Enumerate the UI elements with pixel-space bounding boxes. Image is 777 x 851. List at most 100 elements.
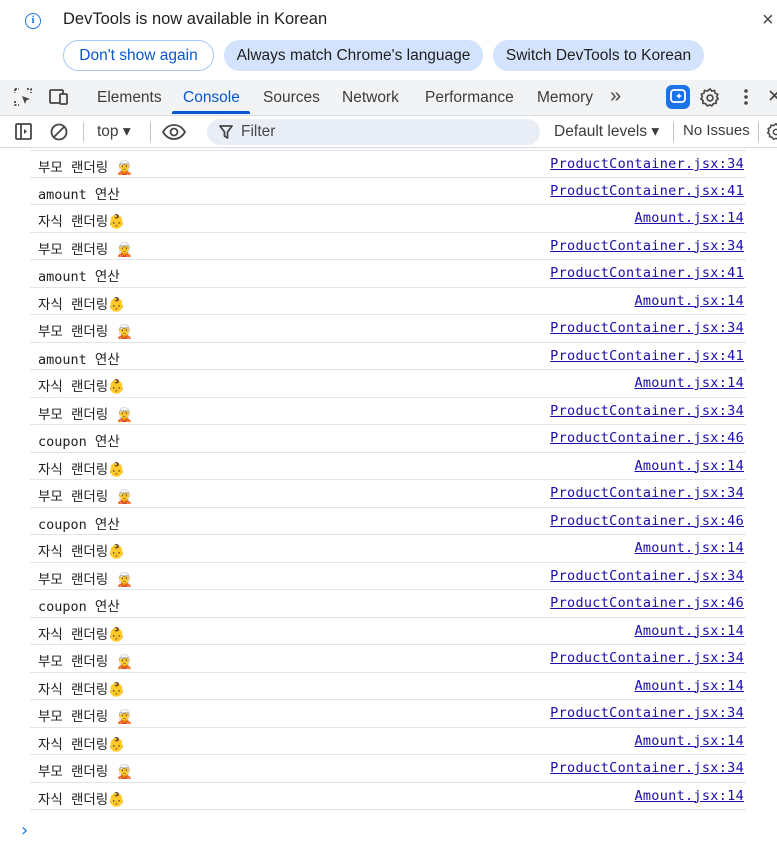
- log-levels-dropdown[interactable]: Default levels ▾: [554, 122, 659, 141]
- console-message-text: 부모 랜더링 🧝: [38, 489, 134, 505]
- source-link[interactable]: Amount.jsx:14: [634, 458, 744, 474]
- source-link[interactable]: ProductContainer.jsx:34: [550, 650, 744, 666]
- console-message-row: 부모 랜더링 🧝 ProductContainer.jsx:34: [30, 755, 746, 783]
- tab-console[interactable]: Console: [183, 89, 240, 107]
- filter-input[interactable]: Filter: [207, 119, 540, 145]
- source-link[interactable]: ProductContainer.jsx:34: [550, 705, 744, 721]
- source-link[interactable]: Amount.jsx:14: [634, 788, 744, 804]
- infobar-message: DevTools is now available in Korean: [63, 10, 328, 28]
- console-message-text: 자식 랜더링👶: [38, 791, 126, 808]
- source-link[interactable]: ProductContainer.jsx:34: [550, 320, 744, 336]
- source-link[interactable]: ProductContainer.jsx:41: [550, 183, 744, 199]
- filter-placeholder: Filter: [241, 123, 276, 140]
- clear-console-icon[interactable]: [49, 122, 69, 147]
- console-message-text: 부모 랜더링 🧝: [38, 241, 134, 258]
- console-message-text: 부모 랜더링 🧝: [38, 571, 134, 588]
- console-message-row: 부모 랜더링 🧝 ProductContainer.jsx:34: [30, 315, 746, 343]
- console-message-row: 자식 랜더링👶 Amount.jsx:14: [30, 205, 746, 233]
- issues-counter[interactable]: No Issues: [683, 122, 750, 139]
- settings-gear-icon[interactable]: [699, 87, 720, 107]
- device-toolbar-icon[interactable]: [48, 87, 68, 107]
- language-infobar: i DevTools is now available in Korean × …: [0, 0, 777, 80]
- live-expression-eye-icon[interactable]: [161, 121, 187, 148]
- close-icon[interactable]: ×: [762, 9, 774, 32]
- source-link[interactable]: Amount.jsx:14: [634, 678, 744, 694]
- console-message-text: amount 연산: [38, 269, 120, 285]
- console-message-text: 자식 랜더링👶: [38, 736, 126, 753]
- source-link[interactable]: ProductContainer.jsx:34: [550, 156, 744, 172]
- console-message-text: 자식 랜더링👶: [38, 626, 126, 643]
- tab-performance[interactable]: Performance: [425, 89, 514, 107]
- console-message-row: amount 연산 ProductContainer.jsx:41: [30, 178, 746, 205]
- console-settings-gear-icon[interactable]: [766, 122, 777, 147]
- source-link[interactable]: ProductContainer.jsx:34: [550, 760, 744, 776]
- source-link[interactable]: ProductContainer.jsx:41: [550, 348, 744, 364]
- console-message-text: 자식 랜더링👶: [38, 461, 126, 478]
- console-message-row: 자식 랜더링👶 Amount.jsx:14: [30, 370, 746, 398]
- switch-to-korean-button[interactable]: Switch DevTools to Korean: [493, 40, 704, 71]
- source-link[interactable]: Amount.jsx:14: [634, 375, 744, 391]
- tab-memory[interactable]: Memory: [537, 89, 593, 107]
- source-link[interactable]: Amount.jsx:14: [634, 733, 744, 749]
- console-message-text: 부모 랜더링 🧝: [38, 160, 134, 176]
- toolbar-divider: [150, 122, 151, 142]
- sidebar-toggle-icon[interactable]: [14, 122, 34, 147]
- console-message-row: coupon 연산 ProductContainer.jsx:46: [30, 590, 746, 618]
- console-message-text: coupon 연산: [38, 434, 120, 450]
- console-message-text: 자식 랜더링👶: [38, 544, 126, 560]
- console-message-text: amount 연산: [38, 186, 120, 203]
- console-message-row: coupon 연산 ProductContainer.jsx:46: [30, 425, 746, 453]
- active-tab-indicator: [172, 111, 250, 114]
- tab-elements[interactable]: Elements: [97, 89, 162, 107]
- inspect-element-icon[interactable]: [13, 87, 33, 107]
- console-prompt-icon[interactable]: ›: [21, 820, 28, 841]
- filter-funnel-icon: [219, 124, 233, 145]
- console-log: 부모 랜더링 🧝 ProductContainer.jsx:34 amount 연산…: [0, 150, 777, 810]
- more-tabs-icon[interactable]: »: [610, 85, 621, 108]
- console-message-row: 자식 랜더링👶 Amount.jsx:14: [30, 618, 746, 645]
- source-link[interactable]: Amount.jsx:14: [634, 293, 744, 309]
- source-link[interactable]: ProductContainer.jsx:46: [550, 513, 744, 529]
- console-message-row: 자식 랜더링👶 Amount.jsx:14: [30, 453, 746, 480]
- console-message-text: 부모 랜더링 🧝: [38, 654, 134, 670]
- console-message-row: 자식 랜더링👶 Amount.jsx:14: [30, 535, 746, 563]
- source-link[interactable]: Amount.jsx:14: [634, 623, 744, 639]
- console-message-text: 부모 랜더링 🧝: [38, 764, 134, 780]
- console-message-row: 부모 랜더링 🧝 ProductContainer.jsx:34: [30, 150, 746, 178]
- console-message-text: 자식 랜더링👶: [38, 296, 126, 313]
- console-message-row: 부모 랜더링 🧝 ProductContainer.jsx:34: [30, 233, 746, 260]
- source-link[interactable]: ProductContainer.jsx:34: [550, 568, 744, 584]
- console-message-row: 자식 랜더링👶 Amount.jsx:14: [30, 288, 746, 315]
- dont-show-again-button[interactable]: Don't show again: [63, 40, 214, 71]
- console-message-row: amount 연산 ProductContainer.jsx:41: [30, 343, 746, 370]
- console-message-row: 부모 랜더링 🧝 ProductContainer.jsx:34: [30, 398, 746, 425]
- console-message-row: 부모 랜더링 🧝 ProductContainer.jsx:34: [30, 480, 746, 508]
- console-message-text: 부모 랜더링 🧝: [38, 709, 134, 725]
- source-link[interactable]: ProductContainer.jsx:41: [550, 265, 744, 281]
- info-icon: i: [25, 13, 41, 29]
- source-link[interactable]: ProductContainer.jsx:46: [550, 430, 744, 446]
- ai-assistance-icon[interactable]: [666, 85, 690, 109]
- console-message-text: 자식 랜더링👶: [38, 379, 126, 395]
- console-message-row: amount 연산 ProductContainer.jsx:41: [30, 260, 746, 288]
- console-message-row: coupon 연산 ProductContainer.jsx:46: [30, 508, 746, 535]
- always-match-language-button[interactable]: Always match Chrome's language: [224, 40, 483, 71]
- source-link[interactable]: ProductContainer.jsx:34: [550, 403, 744, 419]
- toolbar-divider: [673, 122, 674, 142]
- console-message-text: 자식 랜더링👶: [38, 214, 126, 230]
- context-selector[interactable]: top ▾: [97, 122, 131, 141]
- tab-sources[interactable]: Sources: [263, 89, 320, 107]
- source-link[interactable]: Amount.jsx:14: [634, 210, 744, 226]
- console-message-row: 자식 랜더링👶 Amount.jsx:14: [30, 673, 746, 700]
- toolbar-divider: [83, 122, 84, 142]
- tab-network[interactable]: Network: [342, 89, 399, 107]
- source-link[interactable]: Amount.jsx:14: [634, 540, 744, 556]
- more-options-icon[interactable]: [736, 87, 756, 107]
- console-message-row: 자식 랜더링👶 Amount.jsx:14: [30, 783, 746, 810]
- devtools-tabbar: Elements Console Sources Network Perform…: [0, 80, 777, 116]
- close-devtools-icon[interactable]: [767, 87, 777, 107]
- source-link[interactable]: ProductContainer.jsx:34: [550, 485, 744, 501]
- source-link[interactable]: ProductContainer.jsx:34: [550, 238, 744, 254]
- console-message-text: amount 연산: [38, 351, 120, 368]
- source-link[interactable]: ProductContainer.jsx:46: [550, 595, 744, 611]
